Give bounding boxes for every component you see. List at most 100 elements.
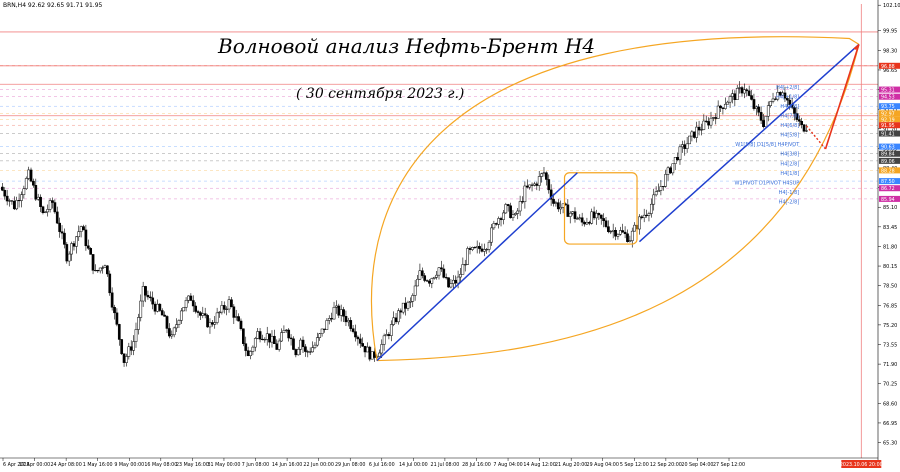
chart-date: ( 30 сентября 2023 г.)	[296, 86, 465, 102]
candle-body	[664, 174, 668, 187]
candle-body	[1, 186, 4, 191]
candle-body	[263, 339, 267, 341]
candle-body	[356, 336, 360, 340]
candle-body	[275, 343, 279, 350]
candle-body	[604, 220, 608, 227]
candle-body	[752, 99, 756, 109]
candle-body	[642, 214, 646, 219]
candle-body	[478, 246, 481, 250]
candle-body	[289, 337, 293, 340]
candle-body	[70, 243, 73, 255]
x-tick-label: 16 May 08:00	[144, 462, 177, 468]
y-tick-label: 80.15	[883, 264, 897, 270]
candle-body	[294, 349, 298, 356]
candle-body	[327, 318, 331, 321]
candle-body	[392, 317, 396, 325]
candle-body	[506, 204, 510, 206]
candle-body	[432, 276, 436, 279]
candle-body	[32, 180, 35, 186]
candle-body	[170, 334, 174, 337]
candle-body	[194, 305, 197, 312]
candle-body	[48, 200, 52, 210]
murrey-label: H4[2/8]	[780, 161, 799, 167]
candle-body	[210, 322, 214, 325]
candle-body	[597, 213, 601, 216]
candle-body	[394, 317, 398, 323]
candle-body	[122, 353, 126, 363]
candle-body	[60, 231, 64, 234]
candle-body	[769, 101, 772, 106]
y-tick-label: 99.95	[883, 29, 897, 35]
x-tick-label: 1 May 16:00	[83, 462, 113, 468]
y-tick-label: 71.90	[883, 362, 897, 368]
candle-body	[535, 183, 539, 186]
candle-body	[571, 211, 574, 214]
candle-body	[425, 280, 429, 282]
candle-body	[103, 265, 107, 269]
y-tick-label: 68.60	[883, 401, 897, 407]
chart-container: H4[+2/8] H4[+1/8] H4[8/8] H4[7/8] H4[6/8] H4[…	[0, 0, 900, 468]
candle-body	[709, 117, 713, 126]
candle-body	[12, 200, 16, 210]
candle-body	[633, 224, 636, 232]
candle-body	[242, 328, 245, 344]
candle-body	[623, 231, 627, 235]
candle-body	[268, 333, 271, 343]
candle-body	[423, 275, 427, 281]
candle-body	[525, 185, 529, 188]
candle-body	[494, 223, 498, 225]
candle-body	[463, 264, 467, 266]
candle-body	[220, 305, 224, 313]
candle-body	[77, 231, 81, 238]
candle-body	[315, 337, 319, 346]
candle-body	[595, 213, 598, 219]
candle-body	[401, 302, 405, 313]
y-tick-label: 75.20	[883, 323, 897, 329]
candle-body	[590, 211, 594, 224]
candle-body	[101, 267, 104, 269]
candle-body	[115, 312, 119, 325]
price-tag-label: 96.88	[881, 64, 895, 70]
candle-body	[645, 214, 648, 217]
candle-body	[5, 195, 9, 202]
candle-body	[177, 320, 181, 325]
candle-body	[621, 230, 625, 233]
candle-body	[206, 315, 209, 328]
candle-body	[638, 216, 641, 230]
candle-body	[542, 172, 546, 174]
candle-body	[418, 270, 422, 280]
candle-body	[630, 230, 634, 241]
candle-body	[521, 201, 524, 203]
candle-body	[681, 144, 684, 148]
candle-body	[165, 316, 169, 329]
candle-body	[583, 221, 586, 225]
plot-background	[0, 0, 900, 468]
candle-body	[771, 98, 775, 102]
candle-body	[17, 199, 21, 202]
candle-body	[447, 277, 450, 288]
x-tick-label: 17 Apr 00:00	[19, 462, 50, 468]
candle-body	[716, 105, 720, 119]
candle-body	[449, 283, 453, 288]
candle-body	[168, 328, 171, 337]
price-tag-label: 90.63	[881, 145, 895, 151]
candle-body	[378, 352, 381, 357]
x-tick-label: 7 Jun 08:00	[242, 462, 269, 468]
candle-body	[280, 332, 283, 342]
candle-body	[342, 309, 345, 317]
candle-body	[492, 223, 496, 229]
candle-body	[325, 320, 329, 330]
candle-body	[747, 90, 751, 96]
candle-body	[36, 196, 40, 200]
candle-body	[454, 279, 458, 284]
candle-body	[738, 87, 741, 89]
candle-body	[800, 121, 804, 126]
candle-body	[380, 344, 384, 354]
candle-body	[552, 199, 555, 204]
candle-body	[397, 310, 400, 323]
candle-body	[626, 233, 629, 242]
y-tick-label: 102.10	[883, 3, 900, 9]
x-tick-label: 20 Sep 04:00	[681, 462, 713, 468]
candle-body	[160, 310, 164, 316]
candle-body	[65, 244, 69, 262]
